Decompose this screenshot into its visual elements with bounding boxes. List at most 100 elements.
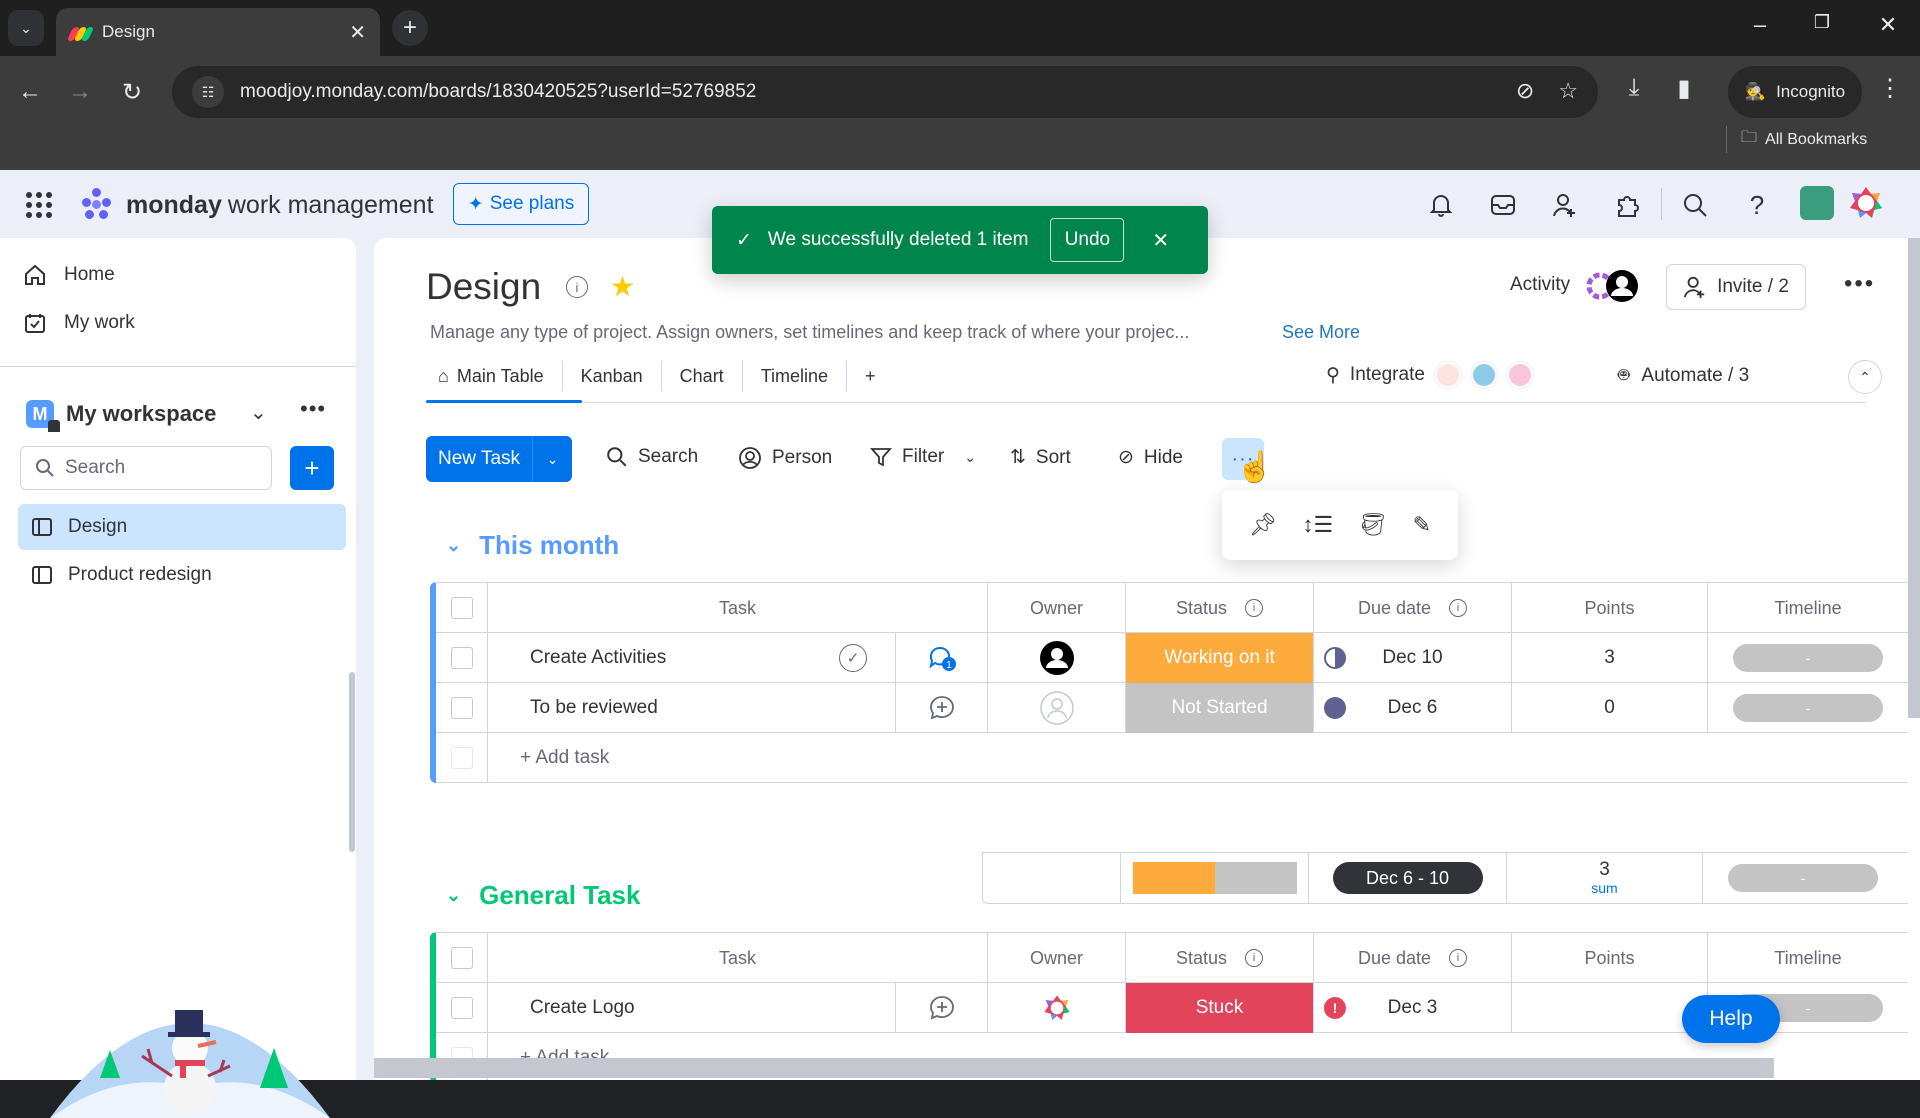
pin-icon[interactable]: 📌︎ [1249, 512, 1277, 538]
timeline-summary[interactable]: - [1703, 853, 1903, 903]
help-button[interactable]: Help [1682, 995, 1780, 1043]
user-avatar[interactable] [1847, 184, 1885, 222]
column-header-owner[interactable]: Owner [988, 933, 1126, 983]
minimize-icon[interactable]: – [1740, 12, 1780, 38]
workspace-more-icon[interactable]: ••• [300, 396, 326, 422]
row-checkbox[interactable] [450, 647, 473, 669]
select-all-checkbox[interactable] [450, 947, 473, 969]
timeline-cell[interactable]: - [1708, 683, 1908, 733]
sidebar-scrollbar[interactable] [349, 672, 355, 852]
add-board-button[interactable]: + [290, 446, 334, 490]
add-view-button[interactable]: + [847, 361, 894, 391]
tab-chart[interactable]: Chart [662, 361, 743, 391]
column-header-due-date[interactable]: Due date i [1314, 933, 1512, 983]
activity-button[interactable]: Activity [1510, 274, 1570, 296]
undo-button[interactable]: Undo [1050, 218, 1125, 262]
column-header-task[interactable]: Task [488, 933, 988, 983]
status-cell[interactable]: Not Started [1126, 683, 1314, 733]
sidebar-board-design[interactable]: Design [18, 504, 346, 550]
row-height-icon[interactable]: ↕☰ [1303, 512, 1334, 538]
browser-tab[interactable]: Design ✕ [56, 8, 380, 56]
notifications-bell-icon[interactable] [1426, 190, 1456, 220]
team-avatar[interactable] [1800, 186, 1834, 220]
close-window-icon[interactable]: ✕ [1868, 12, 1908, 38]
table-row[interactable]: To be reviewed Not Started Dec 6 0 - [436, 683, 1908, 733]
side-panel-icon[interactable]: ▮ [1664, 68, 1704, 108]
points-cell[interactable]: 0 [1512, 683, 1708, 733]
new-tab-button[interactable]: + [392, 10, 428, 46]
column-header-points[interactable]: Points [1512, 583, 1708, 633]
restore-icon[interactable]: ❐ [1802, 12, 1842, 33]
edit-icon[interactable]: ✎ [1413, 512, 1431, 538]
tab-kanban[interactable]: Kanban [563, 361, 662, 391]
see-plans-button[interactable]: ✦ See plans [453, 183, 589, 225]
owner-cell[interactable] [988, 983, 1126, 1033]
add-task-input[interactable]: + Add task [488, 733, 1908, 783]
new-task-button[interactable]: New Task ⌄ [426, 436, 572, 482]
bookmark-star-icon[interactable]: ☆ [1558, 78, 1578, 104]
info-icon[interactable]: i [1449, 599, 1468, 617]
vertical-scrollbar[interactable] [1908, 238, 1920, 718]
automate-button[interactable]: 🤖︎ Automate / 3 [1618, 362, 1749, 389]
row-checkbox[interactable] [450, 697, 473, 719]
close-tab-icon[interactable]: ✕ [349, 20, 366, 45]
forward-icon[interactable]: → [60, 72, 100, 112]
column-header-timeline[interactable]: Timeline [1708, 583, 1908, 633]
reload-icon[interactable]: ↻ [112, 72, 152, 112]
see-more-link[interactable]: See More [1282, 322, 1360, 343]
tab-list-button[interactable]: ⌄ [8, 10, 44, 46]
invite-button[interactable]: Invite / 2 [1666, 264, 1806, 310]
column-header-due-date[interactable]: Due date i [1314, 583, 1512, 633]
board-title[interactable]: Design [426, 266, 541, 308]
owner-cell[interactable] [988, 683, 1126, 733]
apps-puzzle-icon[interactable] [1612, 190, 1642, 220]
sidebar-item-home[interactable]: Home [24, 264, 115, 286]
download-icon[interactable]: ⤓ [1614, 68, 1654, 108]
chevron-down-icon[interactable]: ⌄ [533, 451, 572, 468]
info-icon[interactable]: i [1245, 599, 1264, 617]
workspace-selector[interactable]: M My workspace [26, 400, 216, 432]
sidebar-board-product-redesign[interactable]: Product redesign [18, 552, 346, 598]
info-icon[interactable]: i [1245, 949, 1264, 967]
info-icon[interactable]: i [1449, 949, 1468, 967]
collapse-header-button[interactable]: ⌃ [1848, 360, 1882, 394]
owner-cell[interactable] [988, 633, 1126, 683]
points-summary[interactable]: 3 sum [1507, 853, 1703, 903]
search-button[interactable]: Search [606, 446, 698, 468]
board-more-icon[interactable]: ••• [1844, 270, 1875, 298]
column-header-points[interactable]: Points [1512, 933, 1708, 983]
invite-members-icon[interactable] [1550, 190, 1580, 220]
all-bookmarks[interactable]: 🗀 All Bookmarks [1726, 126, 1867, 153]
timeline-cell[interactable]: - [1708, 633, 1908, 683]
due-date-summary[interactable]: Dec 6 - 10 [1309, 853, 1507, 903]
back-icon[interactable]: ← [10, 72, 50, 112]
hide-button[interactable]: ⊘ Hide [1118, 446, 1183, 469]
column-header-task[interactable]: Task [488, 583, 988, 633]
select-all-checkbox[interactable] [450, 597, 473, 619]
points-cell[interactable] [1512, 983, 1708, 1033]
integrate-button[interactable]: ⚲ Integrate [1326, 362, 1533, 388]
incognito-button[interactable]: 🕵 Incognito [1728, 66, 1862, 118]
chevron-down-icon[interactable]: ⌄ [964, 449, 976, 466]
address-bar[interactable]: ☷ moodjoy.monday.com/boards/1830420525?u… [172, 66, 1598, 118]
browser-menu-icon[interactable]: ⋮ [1870, 68, 1910, 108]
monday-logo[interactable]: monday work management [78, 188, 434, 222]
sidebar-search-input[interactable]: Search [20, 446, 272, 490]
tab-main-table[interactable]: ⌂ Main Table [426, 361, 563, 391]
updates-cell[interactable]: 1 [896, 633, 988, 683]
row-checkbox[interactable] [450, 997, 473, 1019]
column-header-timeline[interactable]: Timeline [1708, 933, 1908, 983]
due-date-cell[interactable]: Dec 10 [1314, 633, 1512, 683]
eye-off-icon[interactable]: ⊘ [1516, 78, 1534, 104]
column-header-status[interactable]: Status i [1126, 933, 1314, 983]
site-info-icon[interactable]: ☷ [192, 76, 224, 108]
due-date-cell[interactable]: ! Dec 3 [1314, 983, 1512, 1033]
group-header-general-task[interactable]: ⌄ General Task [446, 880, 640, 911]
sort-button[interactable]: ⇅ Sort [1010, 446, 1071, 469]
favorite-star-icon[interactable]: ★ [610, 270, 635, 303]
status-cell[interactable]: Stuck [1126, 983, 1314, 1033]
info-icon[interactable]: i [566, 276, 588, 298]
status-summary[interactable] [1121, 853, 1309, 903]
status-cell[interactable]: Working on it [1126, 633, 1314, 683]
task-name[interactable]: Create Logo [488, 983, 896, 1033]
